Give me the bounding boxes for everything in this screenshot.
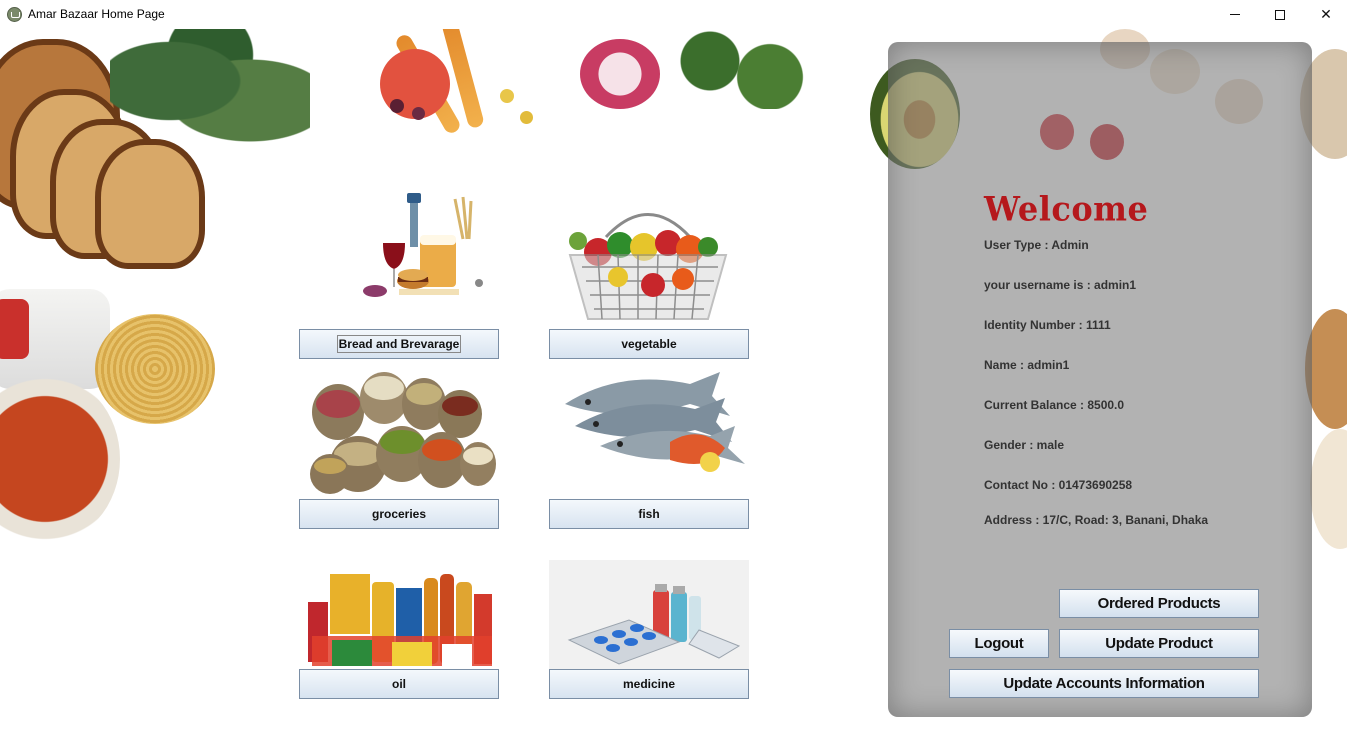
main-content: Bread and Brevarage vegetable groceries … (0, 29, 1347, 730)
identity-number-label: Identity Number : 1111 (984, 318, 1111, 332)
maximize-icon (1275, 9, 1285, 20)
bread-beverage-image (355, 189, 495, 307)
oil-packages-image (302, 572, 497, 670)
fish-button[interactable]: fish (549, 499, 749, 529)
sauce-bowl-decoration (0, 374, 120, 544)
window-title: Amar Bazaar Home Page (28, 7, 165, 21)
welcome-heading: Welcome (984, 189, 1149, 229)
medicine-image (549, 560, 749, 670)
gender-label: Gender : male (984, 438, 1065, 452)
minimize-icon (1230, 14, 1240, 15)
update-product-button[interactable]: Update Product (1059, 629, 1259, 658)
groceries-button[interactable]: groceries (299, 499, 499, 529)
update-accounts-button[interactable]: Update Accounts Information (949, 669, 1259, 698)
name-label: Name : admin1 (984, 358, 1070, 372)
app-icon (7, 7, 22, 22)
ordered-products-button[interactable]: Ordered Products (1059, 589, 1259, 618)
logout-button[interactable]: Logout (949, 629, 1049, 658)
oil-button[interactable]: oil (299, 669, 499, 699)
contact-label: Contact No : 01473690258 (984, 478, 1133, 492)
medicine-button[interactable]: medicine (549, 669, 749, 699)
title-bar: Amar Bazaar Home Page ✕ (0, 0, 1347, 29)
close-icon: ✕ (1320, 6, 1332, 23)
user-info-panel: Welcome User Type : Admin your username … (888, 42, 1312, 717)
vegetable-basket-image (558, 197, 738, 323)
user-type-label: User Type : Admin (984, 238, 1089, 252)
fish-image (560, 364, 750, 476)
pasta-decoration (95, 314, 215, 424)
vegetable-button[interactable]: vegetable (549, 329, 749, 359)
minimize-button[interactable] (1212, 0, 1258, 29)
username-label: your username is : admin1 (984, 278, 1137, 292)
close-button[interactable]: ✕ (1303, 0, 1347, 29)
balance-label: Current Balance : 8500.0 (984, 398, 1125, 412)
groceries-sacks-image (300, 364, 500, 499)
kale-decoration (110, 29, 310, 159)
bread-beverage-button[interactable]: Bread and Brevarage (299, 329, 499, 359)
broccoli-decoration (665, 29, 815, 109)
address-label: Address : 17/C, Road: 3, Banani, Dhaka (984, 513, 1209, 527)
maximize-button[interactable] (1257, 0, 1303, 29)
